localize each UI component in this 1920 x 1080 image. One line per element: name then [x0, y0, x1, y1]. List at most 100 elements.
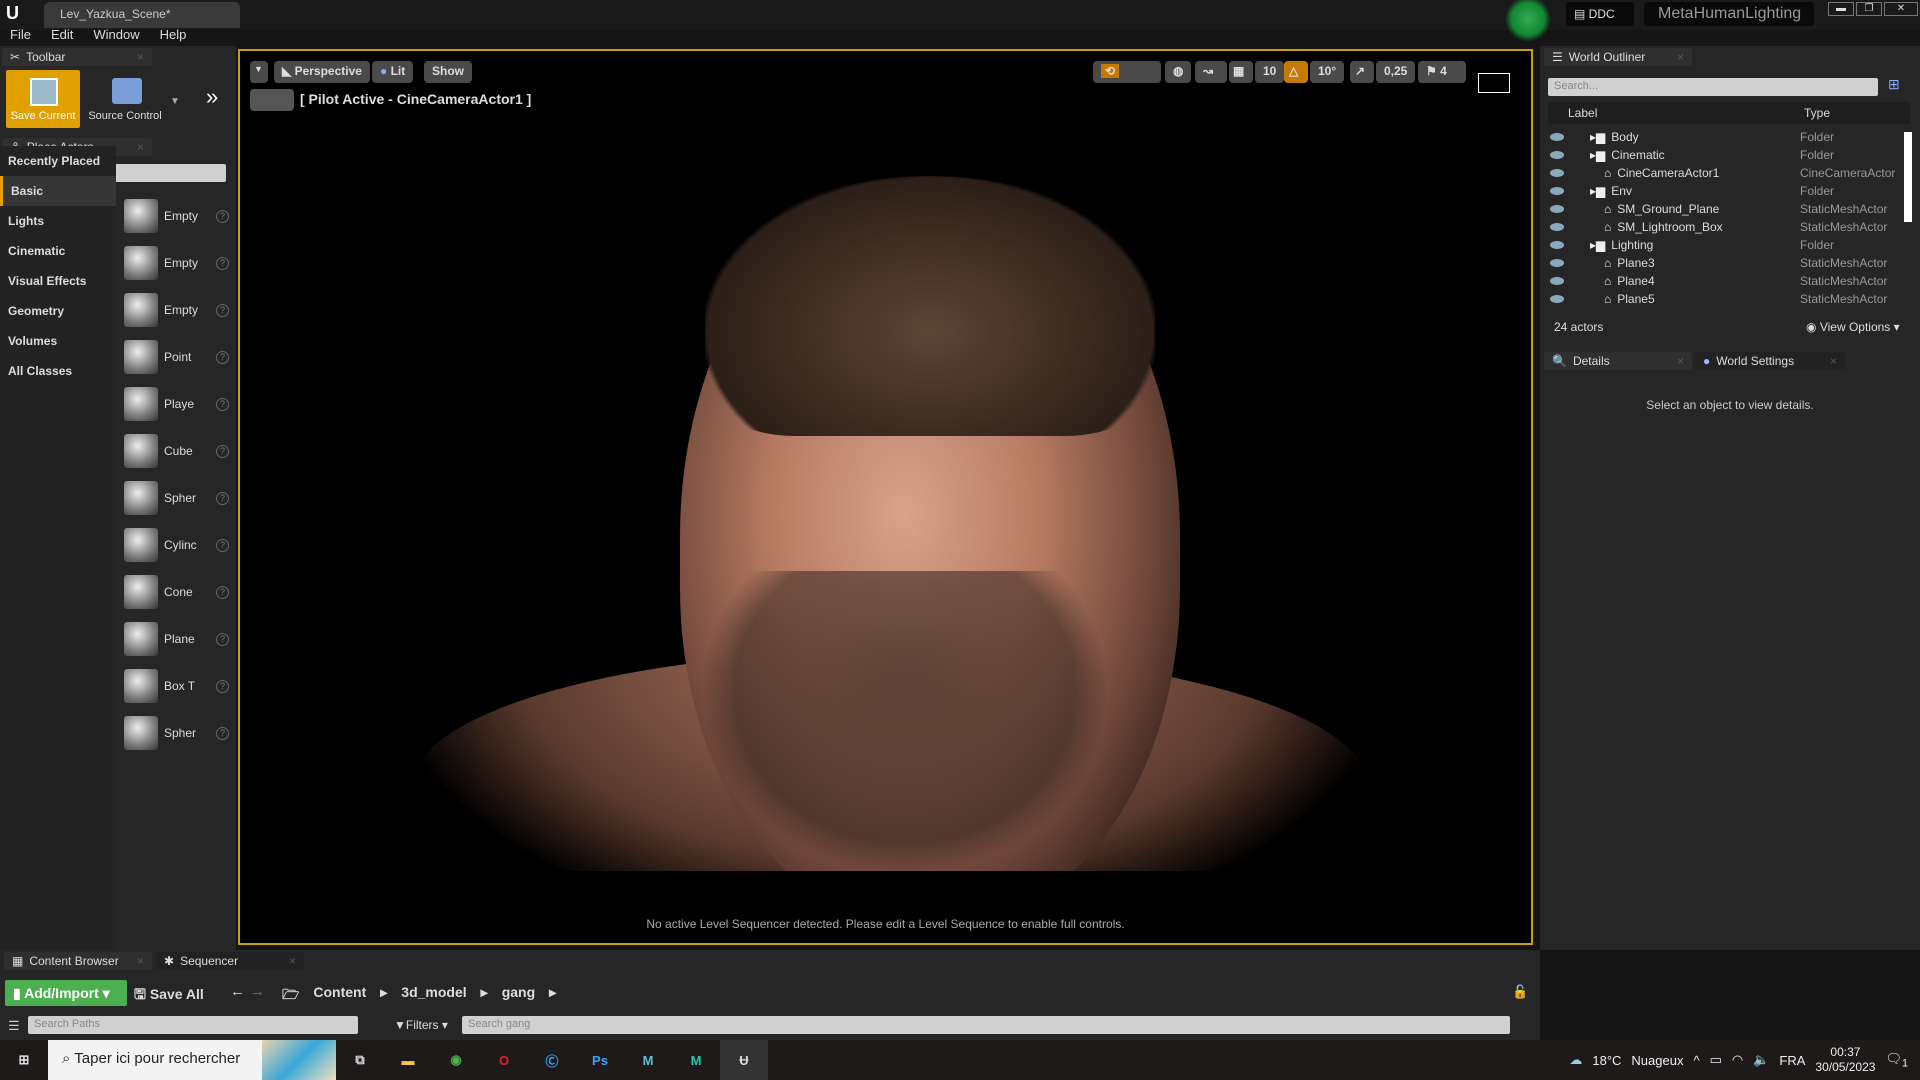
category-geometry[interactable]: Geometry — [0, 296, 116, 326]
scale-snap-value[interactable]: 0,25 — [1376, 61, 1416, 83]
help-icon[interactable]: ? — [216, 350, 229, 364]
notification-icon[interactable]: 🗨1 — [1885, 1051, 1908, 1070]
maximize-button[interactable]: ❐ — [1856, 2, 1882, 16]
outliner-row[interactable]: ⌂ SM_Ground_Plane StaticMeshActor — [1540, 200, 1910, 218]
weather-desc[interactable]: Nuageux — [1631, 1053, 1683, 1068]
back-button[interactable]: ← — [230, 983, 245, 1000]
visibility-eye-icon[interactable] — [1550, 133, 1564, 141]
close-icon[interactable]: × — [289, 954, 296, 968]
outliner-row[interactable]: ▸▆ Cinematic Folder — [1540, 146, 1910, 164]
camera-speed-button[interactable]: ⚑ 4 — [1418, 61, 1466, 83]
category-lights[interactable]: Lights — [0, 206, 116, 236]
close-icon[interactable]: × — [1677, 354, 1684, 368]
close-icon[interactable]: × — [1677, 50, 1684, 64]
ddc-button[interactable]: ▤ DDC — [1566, 2, 1634, 26]
dropdown-arrow-icon[interactable]: ▼ — [170, 96, 180, 107]
outliner-row[interactable]: ⌂ SM_Lightroom_Box StaticMeshActor — [1540, 218, 1910, 236]
category-visual-effects[interactable]: Visual Effects — [0, 266, 116, 296]
help-icon[interactable]: ? — [216, 397, 229, 411]
scale-snap-icon[interactable]: ↗ — [1350, 61, 1374, 83]
add-folder-icon[interactable]: ⊞ — [1888, 76, 1900, 93]
mudbox-icon[interactable]: M — [672, 1040, 720, 1080]
lock-icon[interactable]: 🔓 — [1512, 984, 1528, 1000]
category-volumes[interactable]: Volumes — [0, 326, 116, 356]
close-icon[interactable]: × — [137, 140, 144, 154]
visibility-eye-icon[interactable] — [1550, 169, 1564, 177]
actor-item[interactable]: Empty? — [124, 243, 229, 283]
actor-item[interactable]: Cone? — [124, 572, 229, 612]
actor-item[interactable]: Spher? — [124, 713, 229, 753]
close-button[interactable]: ✕ — [1884, 2, 1918, 16]
close-icon[interactable]: × — [137, 954, 144, 968]
content-browser-tab[interactable]: ▦ Content Browser × — [4, 952, 152, 970]
menu-file[interactable]: File — [10, 27, 31, 46]
sequencer-tab[interactable]: ✱ Sequencer × — [156, 952, 304, 970]
menu-window[interactable]: Window — [93, 27, 139, 46]
task-view-icon[interactable]: ⧉ — [336, 1040, 384, 1080]
source-control-button[interactable]: Source Control — [88, 70, 162, 128]
actor-item[interactable]: Playe? — [124, 384, 229, 424]
layout-icon[interactable] — [1478, 73, 1510, 93]
grid-size-value[interactable]: 10 — [1255, 61, 1285, 83]
actor-item[interactable]: Empty? — [124, 196, 229, 236]
breadcrumb-content[interactable]: Content — [313, 984, 366, 1008]
help-icon[interactable]: ? — [216, 679, 229, 693]
volume-icon[interactable]: 🔈 — [1753, 1052, 1769, 1068]
perspective-button[interactable]: ◣ Perspective — [274, 61, 370, 83]
outliner-row[interactable]: ▸▆ Body Folder — [1540, 128, 1910, 146]
visibility-eye-icon[interactable] — [1550, 295, 1564, 303]
c-app-icon[interactable]: Ⓒ — [528, 1040, 576, 1080]
unreal-engine-icon[interactable]: Ʉ — [720, 1040, 768, 1080]
clock[interactable]: 00:37 30/05/2023 — [1815, 1045, 1875, 1075]
outliner-row[interactable]: ⌂ Plane5 StaticMeshActor — [1540, 290, 1910, 308]
outliner-search-input[interactable]: Search... — [1548, 78, 1878, 96]
breadcrumb-gang[interactable]: gang — [502, 984, 535, 1008]
weather-temp[interactable]: 18°C — [1592, 1053, 1621, 1068]
menu-help[interactable]: Help — [160, 27, 187, 46]
minimize-button[interactable]: ▬ — [1828, 2, 1854, 16]
visibility-eye-icon[interactable] — [1550, 151, 1564, 159]
help-icon[interactable]: ? — [216, 538, 229, 552]
actor-item[interactable]: Empty? — [124, 290, 229, 330]
level-viewport[interactable]: ▼ ◣ Perspective ● Lit Show [ Pilot Activ… — [238, 49, 1533, 945]
viewport-options-button[interactable]: ▼ — [250, 61, 268, 83]
actor-item[interactable]: Cube? — [124, 431, 229, 471]
help-icon[interactable]: ? — [216, 444, 229, 458]
rotation-snap-value[interactable]: 10° — [1310, 61, 1345, 83]
world-outliner-tab[interactable]: ☰ World Outliner × — [1544, 48, 1692, 66]
grid-snap-icon[interactable]: ▦ — [1229, 61, 1253, 83]
sources-toggle-icon[interactable]: ☰ — [8, 1018, 20, 1034]
file-explorer-icon[interactable]: ▬ — [384, 1040, 432, 1080]
column-type[interactable]: Type — [1804, 106, 1830, 120]
visibility-eye-icon[interactable] — [1550, 205, 1564, 213]
visibility-eye-icon[interactable] — [1550, 241, 1564, 249]
help-icon[interactable]: ? — [216, 303, 229, 317]
actor-item[interactable]: Cylinc? — [124, 525, 229, 565]
view-options-button[interactable]: ◉ View Options ▾ — [1806, 320, 1900, 334]
visibility-eye-icon[interactable] — [1550, 259, 1564, 267]
taskbar-search[interactable]: ⌕ Taper ici pour rechercher — [48, 1040, 336, 1080]
save-current-button[interactable]: Save Current — [6, 70, 80, 128]
outliner-row[interactable]: ▸▆ Lighting Folder — [1540, 236, 1910, 254]
help-icon[interactable]: ? — [216, 726, 229, 740]
actor-item[interactable]: Spher? — [124, 478, 229, 518]
search-assets-input[interactable]: Search gang — [462, 1016, 1510, 1034]
outliner-scrollbar[interactable] — [1904, 132, 1912, 222]
save-all-button[interactable]: 🖫 Save All — [134, 984, 204, 1008]
forward-button[interactable]: → — [250, 983, 265, 1000]
visibility-eye-icon[interactable] — [1550, 187, 1564, 195]
outliner-row[interactable]: ⌂ CineCameraActor1 CineCameraActor — [1540, 164, 1910, 182]
outliner-row[interactable]: ⌂ Plane3 StaticMeshActor — [1540, 254, 1910, 272]
help-icon[interactable]: ? — [216, 209, 229, 223]
category-all-classes[interactable]: All Classes — [0, 356, 116, 386]
actor-item[interactable]: Box T? — [124, 666, 229, 706]
actor-item[interactable]: Point? — [124, 337, 229, 377]
close-icon[interactable]: × — [1830, 354, 1837, 368]
category-recently-placed[interactable]: Recently Placed — [0, 146, 116, 176]
maya-icon[interactable]: M — [624, 1040, 672, 1080]
windows-start-icon[interactable]: ⊞ — [0, 1040, 48, 1080]
menu-edit[interactable]: Edit — [51, 27, 73, 46]
world-settings-tab[interactable]: ● World Settings × — [1695, 352, 1845, 370]
visibility-eye-icon[interactable] — [1550, 223, 1564, 231]
level-tab[interactable]: Lev_Yazkua_Scene* — [44, 2, 240, 28]
